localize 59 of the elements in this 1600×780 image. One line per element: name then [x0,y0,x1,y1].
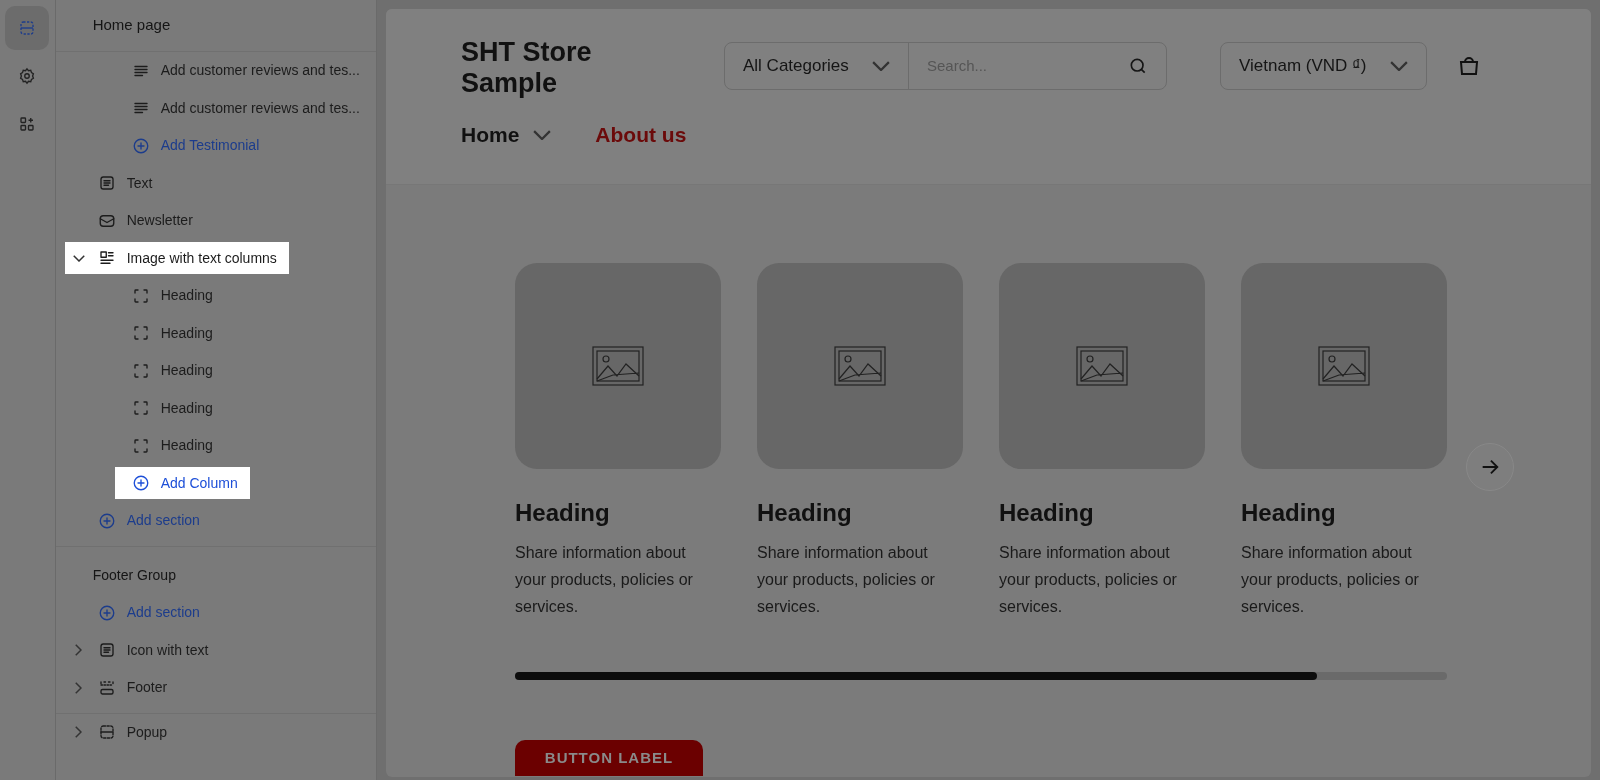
tree-item[interactable]: Text [64,167,157,200]
image-icon [834,346,886,386]
footer-icon [97,678,116,697]
text-block-icon [97,641,116,660]
category-select[interactable]: All Categories [725,43,909,89]
tree-item[interactable]: Add customer reviews and tes... [114,54,364,87]
tree-item[interactable]: Heading [114,429,217,462]
tree-item[interactable]: Image with text columns [64,242,289,275]
store-name: SHT Store Sample [461,37,593,99]
shopping-bag-icon[interactable] [1457,54,1481,78]
add-link[interactable]: Add section [64,504,204,537]
popup-icon [97,723,116,742]
settings-icon [18,67,37,85]
add-link[interactable]: Add section [64,596,204,629]
plus-circle-icon [97,603,116,622]
card-heading: Heading [515,498,611,528]
tree-item[interactable]: Popup [64,716,172,749]
tree-item[interactable]: Heading [114,392,217,425]
card-text: Share information about your products, policies or services. [515,543,694,617]
image-icon [592,346,644,386]
chevron-down-icon [872,60,890,72]
chevron-right-icon [75,681,83,694]
card-heading: Heading [757,498,853,528]
chevron-down-icon [72,254,85,262]
plus-circle-icon [131,474,150,493]
currency-select[interactable]: Vietnam (VND ₫) [1220,42,1427,90]
sidebar-title: Home page [92,15,171,36]
rail-button[interactable] [5,6,50,50]
cta-button[interactable]: BUTTON LABEL [515,740,703,776]
card-heading: Heading [999,498,1095,528]
tree-item[interactable]: Heading [114,354,217,387]
nav-link[interactable]: Home [461,119,552,151]
card-text: Share information about your products, policies or services. [999,543,1178,617]
chevron-down-icon [1390,60,1408,72]
chevron-down-icon [533,129,552,140]
chevron-right-icon [75,644,83,657]
image-icon [1076,346,1128,386]
tree-item[interactable]: Newsletter [64,204,197,237]
search-icon [1128,56,1148,76]
tree-item[interactable]: Add customer reviews and tes... [114,92,364,125]
plus-circle-icon [131,136,150,155]
add-link[interactable]: Add Testimonial [114,129,264,162]
sections-icon [18,19,37,37]
tree-item[interactable]: Icon with text [64,634,213,667]
tree-item[interactable]: Heading [114,317,217,350]
add-apps-icon [18,115,37,133]
group-title: Footer Group [92,565,176,585]
nav-link[interactable]: About us [595,119,687,151]
tree-item[interactable]: Footer [64,671,172,704]
card-text: Share information about your products, policies or services. [1241,543,1420,617]
next-arrow-button[interactable] [1466,443,1514,491]
tree-item[interactable]: Heading [114,279,217,312]
image-icon [1318,346,1370,386]
card-heading: Heading [1241,498,1337,528]
text-block-icon [97,174,116,193]
add-link[interactable]: Add Column [114,467,250,500]
card-text: Share information about your products, policies or services. [757,543,936,617]
plus-circle-icon [97,511,116,530]
chevron-right-icon [75,726,83,739]
